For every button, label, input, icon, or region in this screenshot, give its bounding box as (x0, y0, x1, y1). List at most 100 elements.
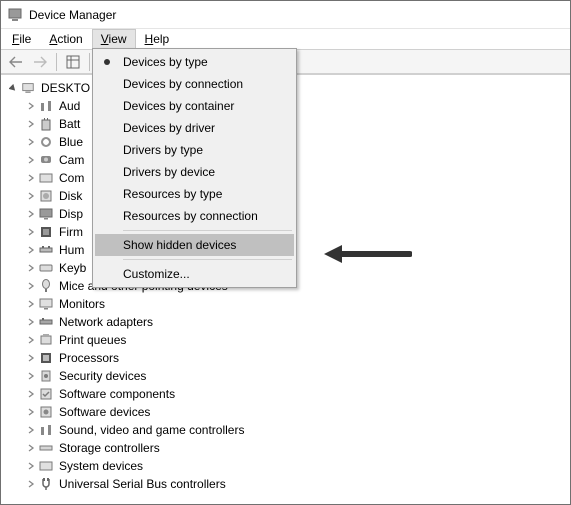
expand-icon[interactable] (25, 370, 37, 382)
tree-item-label: Batt (59, 117, 80, 131)
menu-show-hidden-devices[interactable]: Show hidden devices (95, 234, 294, 256)
tree-item[interactable]: Processors (7, 349, 570, 367)
expand-icon[interactable] (25, 226, 37, 238)
device-icon (38, 440, 54, 456)
tree-item[interactable]: Security devices (7, 367, 570, 385)
menu-action[interactable]: Action (40, 29, 91, 49)
device-icon (38, 278, 54, 294)
collapse-icon[interactable] (7, 82, 19, 94)
tree-item-label: Universal Serial Bus controllers (59, 477, 226, 491)
expand-icon[interactable] (25, 442, 37, 454)
device-icon (38, 422, 54, 438)
tree-item-label: Software devices (59, 405, 150, 419)
expand-icon[interactable] (25, 154, 37, 166)
menu-action-label: ction (57, 32, 82, 46)
expand-icon[interactable] (25, 208, 37, 220)
show-hide-tree-button[interactable] (62, 52, 84, 72)
tree-item-label: System devices (59, 459, 143, 473)
menu-devices-by-container[interactable]: Devices by container (95, 95, 294, 117)
tree-item-label: Processors (59, 351, 119, 365)
tree-item[interactable]: Software devices (7, 403, 570, 421)
menu-help-label: elp (153, 32, 169, 46)
menu-devices-by-driver[interactable]: Devices by driver (95, 117, 294, 139)
menu-view[interactable]: View (92, 29, 136, 49)
device-icon (38, 98, 54, 114)
expand-icon[interactable] (25, 244, 37, 256)
device-icon (38, 350, 54, 366)
device-icon (38, 134, 54, 150)
tree-item-label: Disp (59, 207, 83, 221)
tree-item[interactable]: Storage controllers (7, 439, 570, 457)
back-button[interactable] (5, 52, 27, 72)
tree-item-label: Software components (59, 387, 175, 401)
tree-item[interactable]: Software components (7, 385, 570, 403)
menu-help[interactable]: Help (136, 29, 179, 49)
titlebar[interactable]: Device Manager (1, 1, 570, 29)
expand-icon[interactable] (25, 298, 37, 310)
expand-icon[interactable] (25, 352, 37, 364)
expand-icon[interactable] (25, 424, 37, 436)
expand-icon[interactable] (25, 334, 37, 346)
tree-item[interactable]: Network adapters (7, 313, 570, 331)
device-icon (38, 224, 54, 240)
menu-separator (123, 230, 292, 231)
tree-item-label: Sound, video and game controllers (59, 423, 244, 437)
tree-item[interactable]: Print queues (7, 331, 570, 349)
device-icon (38, 260, 54, 276)
expand-icon[interactable] (25, 262, 37, 274)
expand-icon[interactable] (25, 118, 37, 130)
tree-item-label: Cam (59, 153, 84, 167)
expand-icon[interactable] (25, 172, 37, 184)
menu-resources-by-type[interactable]: Resources by type (95, 183, 294, 205)
expand-icon[interactable] (25, 478, 37, 490)
menu-resources-by-connection[interactable]: Resources by connection (95, 205, 294, 227)
expand-icon[interactable] (25, 280, 37, 292)
device-icon (38, 458, 54, 474)
device-icon (38, 242, 54, 258)
expand-icon[interactable] (25, 100, 37, 112)
menubar: File Action View Help (1, 29, 570, 49)
device-icon (38, 368, 54, 384)
tree-item-label: Keyb (59, 261, 86, 275)
tree-item-label: Hum (59, 243, 84, 257)
tree-item[interactable]: Universal Serial Bus controllers (7, 475, 570, 493)
computer-icon (20, 80, 36, 96)
menu-devices-by-connection[interactable]: Devices by connection (95, 73, 294, 95)
tree-item-label: Firm (59, 225, 83, 239)
device-icon (38, 116, 54, 132)
bullet-icon (104, 59, 110, 65)
device-icon (38, 404, 54, 420)
window-title: Device Manager (29, 8, 116, 22)
device-icon (38, 188, 54, 204)
expand-icon[interactable] (25, 388, 37, 400)
device-icon (38, 170, 54, 186)
device-icon (38, 476, 54, 492)
menu-file-label: ile (19, 32, 31, 46)
view-menu-dropdown: Devices by type Devices by connection De… (92, 48, 297, 288)
device-icon (38, 332, 54, 348)
menu-devices-by-type[interactable]: Devices by type (95, 51, 294, 73)
expand-icon[interactable] (25, 136, 37, 148)
toolbar-separator (56, 53, 57, 71)
tree-item-label: Com (59, 171, 84, 185)
device-icon (38, 152, 54, 168)
menu-drivers-by-type[interactable]: Drivers by type (95, 139, 294, 161)
tree-item-label: Print queues (59, 333, 126, 347)
forward-button[interactable] (29, 52, 51, 72)
tree-item[interactable]: System devices (7, 457, 570, 475)
menu-view-label: iew (109, 32, 127, 46)
tree-item-label: Storage controllers (59, 441, 160, 455)
expand-icon[interactable] (25, 316, 37, 328)
device-icon (38, 314, 54, 330)
menu-file[interactable]: File (3, 29, 40, 49)
menu-drivers-by-device[interactable]: Drivers by device (95, 161, 294, 183)
tree-item-label: Network adapters (59, 315, 153, 329)
device-icon (38, 386, 54, 402)
tree-item[interactable]: Sound, video and game controllers (7, 421, 570, 439)
expand-icon[interactable] (25, 190, 37, 202)
menu-customize[interactable]: Customize... (95, 263, 294, 285)
tree-root-label: DESKTO (41, 81, 90, 95)
expand-icon[interactable] (25, 460, 37, 472)
tree-item[interactable]: Monitors (7, 295, 570, 313)
expand-icon[interactable] (25, 406, 37, 418)
